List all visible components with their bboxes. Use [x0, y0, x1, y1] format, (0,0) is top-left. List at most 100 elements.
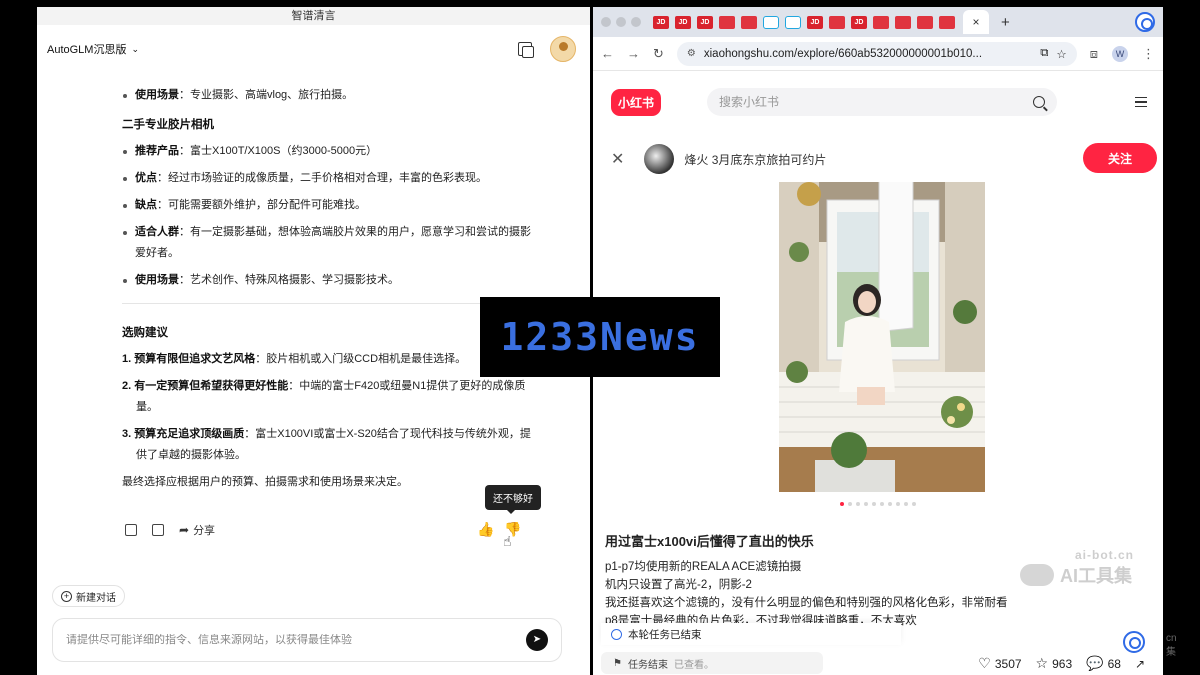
maximize-window-dot[interactable] [631, 17, 641, 27]
assistant-message: 使用场景：专业摄影、高端vlog、旅行拍摄。 二手专业胶片相机 推荐产品：富士X… [122, 85, 532, 493]
tab-favicon[interactable] [895, 15, 911, 29]
tab-strip: JD JD JD JD JD × + [593, 7, 1163, 37]
share-icon: ➦ [179, 523, 190, 537]
site-logo[interactable]: 小红书 [611, 88, 662, 116]
back-icon[interactable]: ← [601, 46, 614, 61]
message-actions: ➦ 分享 [125, 522, 215, 538]
chat-header: AutoGLM沉思版 ⌄ [37, 25, 590, 73]
like-button[interactable]: ♡ 3507 [978, 655, 1021, 672]
author-bar: ✕ 烽火 3月底东京旅拍可约片 关注 [593, 133, 1163, 185]
reload-icon[interactable]: ↻ [653, 46, 664, 62]
search-input[interactable] [719, 95, 1033, 109]
list-item: 推荐产品：富士X100T/X100S（约3000-5000元） [122, 141, 532, 162]
carousel-dot[interactable] [872, 502, 876, 506]
chevron-down-icon: ⌄ [131, 43, 140, 54]
comment-icon: 💬 [1086, 655, 1104, 671]
task-ended-label: 本轮任务已结束 [628, 628, 702, 641]
thumbs-up-icon[interactable]: 👍 [477, 521, 494, 538]
tab-favicon[interactable] [741, 15, 757, 29]
close-window-dot[interactable] [601, 17, 611, 27]
edge-text-line: cn [1166, 633, 1177, 644]
list-item: 3. 预算充足追求顶级画质：富士X100VI或富士X-S20结合了现代科技与传统… [122, 428, 531, 461]
tab-favicon[interactable]: JD [675, 15, 691, 29]
avatar[interactable] [550, 36, 576, 62]
address-bar[interactable]: ⚙ xiaohongshu.com/explore/660ab532000000… [676, 41, 1077, 66]
close-icon[interactable]: ✕ [611, 149, 624, 169]
carousel-dot[interactable] [856, 502, 860, 506]
profile-avatar[interactable]: W [1112, 45, 1128, 62]
tab-favicon[interactable]: JD [851, 15, 867, 29]
comment-button[interactable]: 💬 68 [1086, 655, 1121, 672]
more-menu-icon[interactable]: ⋮ [1142, 46, 1155, 62]
tab-favicon[interactable]: JD [807, 15, 823, 29]
task-row[interactable]: ⚑ 任务结束 已查看。 [601, 652, 823, 674]
final-summary: 最终选择应根据用户的预算、拍摄需求和使用场景来决定。 [122, 476, 408, 488]
tab-favicon[interactable] [785, 15, 801, 29]
section-title: 选购建议 [122, 327, 168, 339]
carousel-dot[interactable] [864, 502, 868, 506]
share-button[interactable]: ➦ 分享 [179, 522, 215, 538]
copy-window-icon[interactable] [518, 42, 534, 58]
tab-favicon[interactable]: JD [697, 15, 713, 29]
tab-favicon[interactable] [939, 15, 955, 29]
model-label: AutoGLM沉思版 [47, 44, 127, 56]
install-icon[interactable]: ⧉ [1040, 47, 1048, 60]
news-logo-text: 1233News [500, 315, 700, 359]
tab-close-button[interactable]: × [963, 10, 989, 34]
site-header: 小红书 [593, 71, 1163, 133]
new-chat-button[interactable]: + 新建对话 [52, 585, 125, 607]
tab-favicon[interactable]: JD [653, 15, 669, 29]
copy-icon[interactable] [152, 524, 164, 536]
carousel-dot[interactable] [880, 502, 884, 506]
tab-favicon[interactable] [917, 15, 933, 29]
divider [122, 303, 532, 304]
extensions-icon[interactable]: ⧈ [1090, 46, 1098, 62]
engagement-bar: ♡ 3507 ☆ 963 💬 68 ↗ [978, 655, 1145, 672]
extension-badge-icon[interactable] [1135, 12, 1155, 32]
menu-icon[interactable] [1135, 97, 1147, 107]
screen: 智谱清言 AutoGLM沉思版 ⌄ 使用场景：专业摄影、高端vlog、旅行拍摄。… [0, 0, 1200, 675]
carousel-dot[interactable] [896, 502, 900, 506]
markdown-icon[interactable] [125, 524, 137, 536]
watermark-url: ai-bot.cn [1075, 548, 1134, 562]
author-avatar[interactable] [644, 144, 675, 174]
assistant-float-icon[interactable] [1123, 631, 1145, 653]
tab-favicon[interactable] [873, 15, 889, 29]
list-item: 适合人群：有一定摄影基础，想体验高端胶片效果的用户，愿意学习和尝试的摄影爱好者。 [122, 222, 532, 264]
carousel-dot[interactable] [840, 502, 844, 506]
watermark-brand-text: AI工具集 [1060, 566, 1132, 586]
new-chat-label: 新建对话 [76, 592, 116, 604]
new-tab-button[interactable]: + [1001, 14, 1010, 31]
share-label: 分享 [193, 525, 216, 537]
model-selector[interactable]: AutoGLM沉思版 ⌄ [47, 41, 139, 57]
star-icon: ☆ [1035, 655, 1049, 671]
author-name[interactable]: 烽火 3月底东京旅拍可约片 [684, 151, 826, 168]
bookmark-star-icon[interactable]: ☆ [1056, 47, 1066, 61]
tab-favicon[interactable] [719, 15, 735, 29]
share-icon[interactable]: ↗ [1135, 657, 1145, 671]
edge-text: cn 集 [1166, 632, 1177, 660]
collect-count: 963 [1052, 656, 1073, 671]
follow-button[interactable]: 关注 [1083, 143, 1157, 173]
chat-input[interactable] [66, 634, 526, 646]
carousel-dot[interactable] [848, 502, 852, 506]
minimize-window-dot[interactable] [616, 17, 626, 27]
tab-favicon[interactable] [829, 15, 845, 29]
heart-icon: ♡ [978, 655, 991, 671]
send-button[interactable]: ➤ [526, 629, 548, 651]
collect-button[interactable]: ☆ 963 [1036, 655, 1073, 672]
comment-count: 68 [1107, 656, 1121, 671]
note-photo[interactable] [779, 182, 985, 492]
carousel-dot[interactable] [888, 502, 892, 506]
carousel-dot[interactable] [912, 502, 916, 506]
site-settings-icon[interactable]: ⚙ [687, 48, 696, 59]
carousel-dot[interactable] [904, 502, 908, 506]
search-icon[interactable] [1033, 96, 1045, 108]
tab-favicon[interactable] [763, 15, 779, 29]
note-line: 我还挺喜欢这个滤镜的，没有什么明显的偏色和特别强的风格化色彩，非常耐看 [605, 597, 1008, 609]
carousel-dots[interactable] [840, 502, 916, 506]
task-row-label: 任务结束 [627, 659, 668, 671]
forward-icon[interactable]: → [627, 46, 640, 61]
list-item: 使用场景：艺术创作、特殊风格摄影、学习摄影技术。 [122, 270, 532, 291]
list-item: 使用场景：专业摄影、高端vlog、旅行拍摄。 [122, 85, 532, 106]
